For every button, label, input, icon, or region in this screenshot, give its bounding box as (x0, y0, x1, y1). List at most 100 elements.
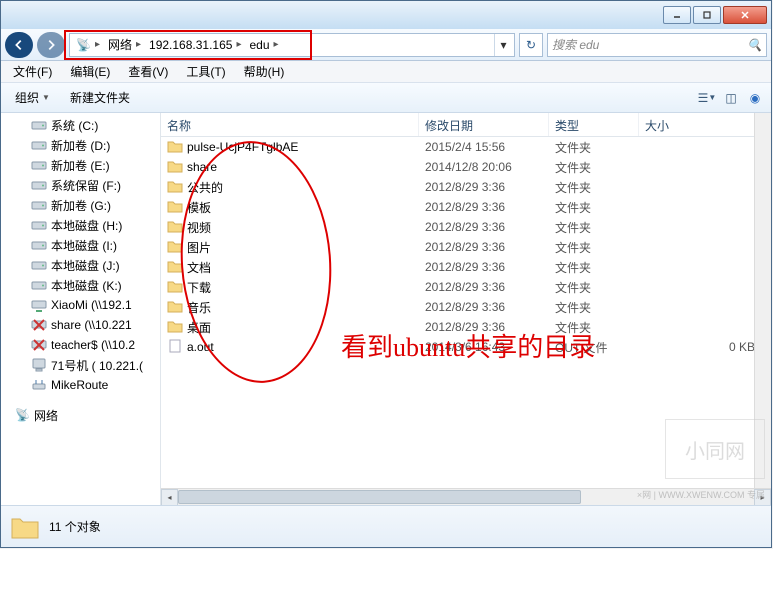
folder-icon (167, 138, 183, 157)
file-type: 文件夹 (549, 279, 639, 296)
search-placeholder: 搜索 edu (552, 36, 599, 53)
menu-edit[interactable]: 编辑(E) (62, 61, 118, 82)
help-button[interactable]: ◉ (745, 88, 765, 108)
sidebar-item[interactable]: 系统保留 (F:) (1, 175, 160, 195)
table-row[interactable]: pulse-UcjP4FTglbAE2015/2/4 15:56文件夹 (161, 137, 771, 157)
sidebar-item[interactable]: share (\\10.221 (1, 315, 160, 335)
sidebar-item-label: 新加卷 (E:) (51, 157, 110, 174)
sidebar-item-label: teacher$ (\\10.2 (51, 338, 135, 352)
sidebar-item[interactable]: XiaoMi (\\192.1 (1, 295, 160, 315)
network-icon: 📡 (76, 38, 91, 52)
file-name: 音乐 (187, 299, 211, 316)
file-type: 文件夹 (549, 319, 639, 336)
table-row[interactable]: a.out2014/3/6 16:43OUT 文件0 KB (161, 337, 771, 357)
sidebar-network[interactable]: 📡网络 (1, 405, 160, 425)
sidebar-item[interactable]: 本地磁盘 (H:) (1, 215, 160, 235)
file-date: 2012/8/29 3:36 (419, 240, 549, 254)
sidebar-item-label: 本地磁盘 (H:) (51, 217, 122, 234)
view-options-button[interactable]: ☰ ▼ (697, 88, 717, 108)
back-button[interactable] (5, 32, 33, 58)
new-folder-button[interactable]: 新建文件夹 (62, 86, 138, 109)
file-date: 2012/8/29 3:36 (419, 220, 549, 234)
table-row[interactable]: 音乐2012/8/29 3:36文件夹 (161, 297, 771, 317)
drive-icon (31, 217, 47, 233)
toolbar: 组织▼ 新建文件夹 ☰ ▼ ◫ ◉ (1, 83, 771, 113)
table-row[interactable]: 文档2012/8/29 3:36文件夹 (161, 257, 771, 277)
crumb-network[interactable]: 网络 (108, 36, 132, 53)
maximize-button[interactable] (693, 6, 721, 24)
breadcrumb[interactable]: 📡▸ 网络▸ 192.168.31.165▸ edu▸ ▾ (69, 33, 515, 57)
close-button[interactable] (723, 6, 767, 24)
col-name[interactable]: 名称 (161, 113, 419, 136)
sidebar-item-label: 71号机 ( 10.221.( (51, 357, 143, 374)
watermark-logo: 小同网 (665, 419, 765, 479)
sidebar-item[interactable]: 本地磁盘 (K:) (1, 275, 160, 295)
scroll-left-button[interactable]: ◂ (161, 489, 178, 506)
sidebar-item[interactable]: 系统 (C:) (1, 115, 160, 135)
preview-pane-button[interactable]: ◫ (721, 88, 741, 108)
file-date: 2015/2/4 15:56 (419, 140, 549, 154)
file-type: 文件夹 (549, 179, 639, 196)
menu-view[interactable]: 查看(V) (120, 61, 176, 82)
table-row[interactable]: 模板2012/8/29 3:36文件夹 (161, 197, 771, 217)
col-date[interactable]: 修改日期 (419, 113, 549, 136)
sidebar-item[interactable]: 新加卷 (D:) (1, 135, 160, 155)
col-type[interactable]: 类型 (549, 113, 639, 136)
drive-icon (31, 177, 47, 193)
sidebar-item-label: 系统 (C:) (51, 117, 98, 134)
menu-tools[interactable]: 工具(T) (178, 61, 233, 82)
file-name: share (187, 160, 217, 174)
file-name: 图片 (187, 239, 211, 256)
drive-icon (31, 257, 47, 273)
sidebar-item[interactable]: 本地磁盘 (J:) (1, 255, 160, 275)
sidebar-item[interactable]: 71号机 ( 10.221.( (1, 355, 160, 375)
crumb-folder[interactable]: edu (249, 38, 269, 52)
menu-file[interactable]: 文件(F) (5, 61, 60, 82)
refresh-button[interactable]: ↻ (519, 33, 543, 57)
drive-icon (31, 117, 47, 133)
sidebar-item-label: 本地磁盘 (K:) (51, 277, 122, 294)
netdrive-x-icon (31, 337, 47, 353)
file-date: 2014/12/8 20:06 (419, 160, 549, 174)
minimize-button[interactable] (663, 6, 691, 24)
forward-button[interactable] (37, 32, 65, 58)
search-input[interactable]: 搜索 edu 🔍 (547, 33, 767, 57)
sidebar-item[interactable]: MikeRoute (1, 375, 160, 395)
folder-icon (167, 198, 183, 217)
sidebar-item-label: 新加卷 (D:) (51, 137, 110, 154)
table-row[interactable]: 图片2012/8/29 3:36文件夹 (161, 237, 771, 257)
file-date: 2014/3/6 16:43 (419, 340, 549, 354)
sidebar-item[interactable]: teacher$ (\\10.2 (1, 335, 160, 355)
table-row[interactable]: 视频2012/8/29 3:36文件夹 (161, 217, 771, 237)
column-headers: 名称 修改日期 类型 大小 (161, 113, 771, 137)
file-date: 2012/8/29 3:36 (419, 300, 549, 314)
col-size[interactable]: 大小 (639, 113, 771, 136)
crumb-ip[interactable]: 192.168.31.165 (149, 38, 232, 52)
file-type: 文件夹 (549, 199, 639, 216)
file-type: 文件夹 (549, 259, 639, 276)
scroll-thumb[interactable] (178, 490, 581, 504)
menu-help[interactable]: 帮助(H) (236, 61, 293, 82)
sidebar-item[interactable]: 新加卷 (E:) (1, 155, 160, 175)
sidebar-item-label: 本地磁盘 (J:) (51, 257, 120, 274)
folder-icon (167, 278, 183, 297)
breadcrumb-dropdown[interactable]: ▾ (494, 34, 512, 56)
table-row[interactable]: 桌面2012/8/29 3:36文件夹 (161, 317, 771, 337)
sidebar: 系统 (C:) 新加卷 (D:) 新加卷 (E:)系统保留 (F:) 新加卷 (G:)… (1, 113, 161, 505)
sidebar-item[interactable]: 新加卷 (G:) (1, 195, 160, 215)
file-name: 桌面 (187, 319, 211, 336)
file-name: a.out (187, 340, 214, 354)
sidebar-network-label: 网络 (34, 407, 58, 424)
file-type: 文件夹 (549, 159, 639, 176)
table-row[interactable]: 公共的2012/8/29 3:36文件夹 (161, 177, 771, 197)
table-row[interactable]: share 2014/12/8 20:06文件夹 (161, 157, 771, 177)
drive-icon (31, 237, 47, 253)
organize-button[interactable]: 组织▼ (7, 86, 58, 109)
folder-icon (167, 158, 183, 177)
table-row[interactable]: 下载2012/8/29 3:36文件夹 (161, 277, 771, 297)
sidebar-item[interactable]: 本地磁盘 (I:) (1, 235, 160, 255)
watermark-url: ×网 | WWW.XWENW.COM 专属 (637, 488, 765, 501)
sidebar-item-label: 本地磁盘 (I:) (51, 237, 117, 254)
file-name: pulse-UcjP4FTglbAE (187, 140, 298, 154)
sidebar-item-label: 新加卷 (G:) (51, 197, 111, 214)
